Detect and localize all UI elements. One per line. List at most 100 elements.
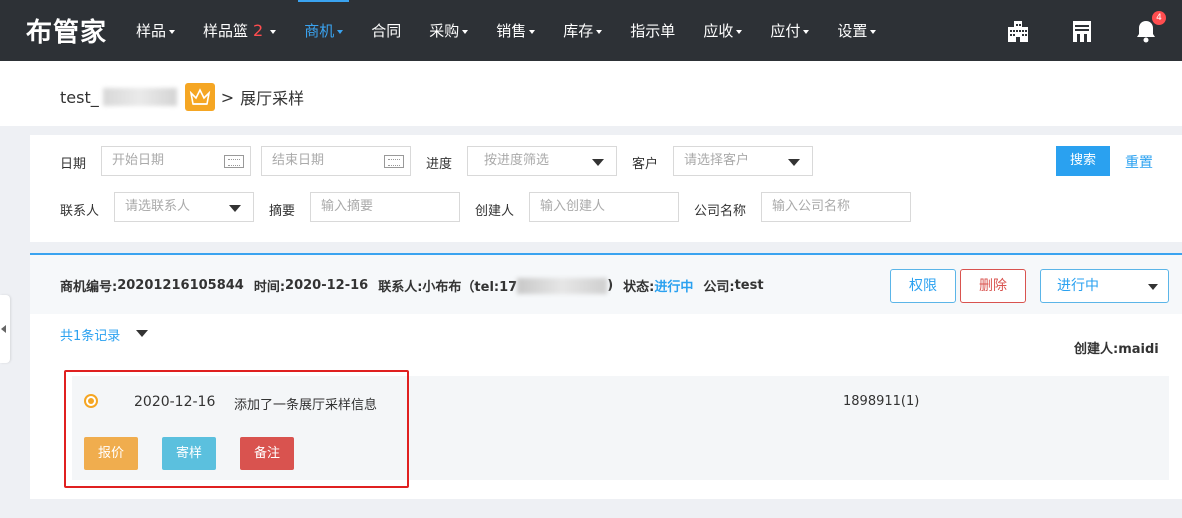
contact-meta-label: 联系人: [378, 280, 423, 295]
timeline-dot-icon [84, 394, 98, 408]
sidebar-toggle[interactable] [0, 295, 10, 363]
breadcrumb-bar: test_ > 展厅采样 [0, 61, 1182, 126]
list-item: 2020-12-16 添加了一条展厅采样信息 1898911(1) 报价 寄样 … [72, 376, 1169, 480]
chevron-down-icon [169, 29, 176, 34]
reset-link[interactable]: 重置 [1125, 152, 1153, 172]
chevron-down-icon [592, 159, 604, 166]
status-label: 状态: [623, 280, 655, 295]
search-button[interactable]: 搜索 [1056, 146, 1110, 176]
progress-label: 进度 [426, 157, 453, 172]
chevron-down-icon [270, 29, 277, 34]
creator-info-label: 创建人: [1074, 342, 1119, 357]
summary-input[interactable]: 输入摘要 [310, 192, 460, 222]
note-button[interactable]: 备注 [240, 437, 294, 470]
app-logo[interactable]: 布管家 [26, 12, 107, 49]
notification-badge: 4 [1152, 10, 1166, 25]
nav-contract[interactable]: 合同 [357, 0, 415, 61]
end-date-input[interactable]: 结束日期 [261, 146, 411, 176]
status-select-value: 进行中 [1057, 278, 1099, 294]
company-label: 公司名称 [694, 204, 747, 219]
creator-info: 创建人:maidi [1074, 338, 1159, 357]
redacted-phone [517, 277, 608, 294]
start-date-input[interactable]: 开始日期 [101, 146, 251, 176]
nav-sales[interactable]: 销售 [482, 0, 549, 61]
company-meta-label: 公司: [703, 280, 735, 295]
summary-label: 摘要 [269, 204, 296, 219]
chevron-down-icon [337, 29, 344, 34]
bell-icon[interactable]: 4 [1134, 10, 1166, 43]
filter-panel: 日期 开始日期 结束日期 进度 按进度筛选 客户 请选择客户 搜索 重置 联系人… [30, 135, 1182, 242]
chevron-down-icon [788, 159, 800, 166]
nav-sample-basket-label: 样品篮 [203, 22, 249, 40]
breadcrumb: test_ > 展厅采样 [60, 83, 304, 111]
progress-select[interactable]: 按进度筛选 [467, 146, 617, 176]
building-icon[interactable] [1006, 19, 1030, 43]
record-count[interactable]: 共1条记录 [60, 325, 120, 344]
chevron-down-icon [462, 29, 469, 34]
basket-count-badge: 2 [253, 21, 264, 40]
creator-input[interactable]: 输入创建人 [529, 192, 679, 222]
redacted-text [102, 88, 177, 106]
breadcrumb-current-page: 展厅采样 [240, 89, 305, 108]
nav-receivable[interactable]: 应收 [689, 0, 756, 61]
customer-label: 客户 [632, 157, 659, 172]
opportunity-meta: 商机编号: 20201216105844 时间: 2020-12-16 联系人: 小布… [60, 276, 764, 295]
nav-purchase-label: 采购 [429, 22, 460, 40]
chevron-down-icon [803, 29, 810, 34]
chevron-down-icon [870, 29, 877, 34]
chevron-down-icon [596, 29, 603, 34]
calendar-icon [384, 155, 404, 168]
company-placeholder: 输入公司名称 [772, 199, 851, 214]
nav-right-icons: 4 [1006, 0, 1166, 61]
item-description: 添加了一条展厅采样信息 [234, 398, 378, 413]
contact-placeholder: 请选联系人 [125, 199, 191, 214]
nav-sample-basket[interactable]: 样品篮 2 [189, 0, 290, 61]
chevron-down-icon[interactable] [136, 330, 148, 337]
top-navbar: 布管家 样品 样品篮 2 商机 合同 采购 销售 库存 指示单 应收 应付 设置 … [0, 0, 1182, 61]
nav-inventory-label: 库存 [563, 22, 594, 40]
nav-payable-label: 应付 [770, 22, 801, 40]
breadcrumb-company[interactable]: test_ [60, 88, 99, 107]
summary-placeholder: 输入摘要 [321, 199, 374, 214]
nav-settings[interactable]: 设置 [823, 0, 890, 61]
breadcrumb-separator: > [220, 87, 235, 107]
time-value: 2020-12-16 [285, 278, 369, 293]
date-label: 日期 [60, 157, 87, 172]
contact-value: 小布布（tel:17 [422, 280, 518, 295]
store-icon[interactable] [1070, 19, 1094, 43]
contact-select[interactable]: 请选联系人 [114, 192, 254, 222]
nav-samples[interactable]: 样品 [122, 0, 189, 61]
start-date-placeholder: 开始日期 [112, 153, 165, 168]
nav-inventory[interactable]: 库存 [549, 0, 616, 61]
chevron-down-icon [1148, 284, 1158, 290]
chevron-down-icon [229, 205, 241, 212]
contact-close-paren: ) [607, 278, 614, 293]
creator-label: 创建人 [475, 204, 515, 219]
customer-select[interactable]: 请选择客户 [673, 146, 813, 176]
item-date: 2020-12-16 [134, 394, 216, 410]
nav-instruction[interactable]: 指示单 [616, 0, 689, 61]
end-date-placeholder: 结束日期 [272, 153, 325, 168]
id-value: 20201216105844 [117, 278, 244, 293]
status-select[interactable]: 进行中 [1040, 269, 1169, 303]
quote-button[interactable]: 报价 [84, 437, 138, 470]
progress-placeholder: 按进度筛选 [484, 153, 550, 168]
nav-payable[interactable]: 应付 [756, 0, 823, 61]
send-sample-button[interactable]: 寄样 [162, 437, 216, 470]
nav-purchase[interactable]: 采购 [415, 0, 482, 61]
nav-instruction-label: 指示单 [630, 22, 676, 40]
nav-opportunity-label: 商机 [304, 22, 335, 40]
nav-samples-label: 样品 [136, 22, 167, 40]
creator-info-value: maidi [1118, 342, 1159, 357]
nav-sales-label: 销售 [496, 22, 527, 40]
chevron-down-icon [529, 29, 536, 34]
nav-opportunity[interactable]: 商机 [290, 0, 357, 61]
creator-placeholder: 输入创建人 [540, 199, 606, 214]
nav-receivable-label: 应收 [703, 22, 734, 40]
permission-button[interactable]: 权限 [890, 269, 956, 303]
delete-button[interactable]: 删除 [960, 269, 1026, 303]
contact-label: 联系人 [60, 204, 100, 219]
opportunity-header: 商机编号: 20201216105844 时间: 2020-12-16 联系人: 小布… [30, 255, 1182, 314]
item-code: 1898911(1) [843, 394, 920, 409]
company-input[interactable]: 输入公司名称 [761, 192, 911, 222]
